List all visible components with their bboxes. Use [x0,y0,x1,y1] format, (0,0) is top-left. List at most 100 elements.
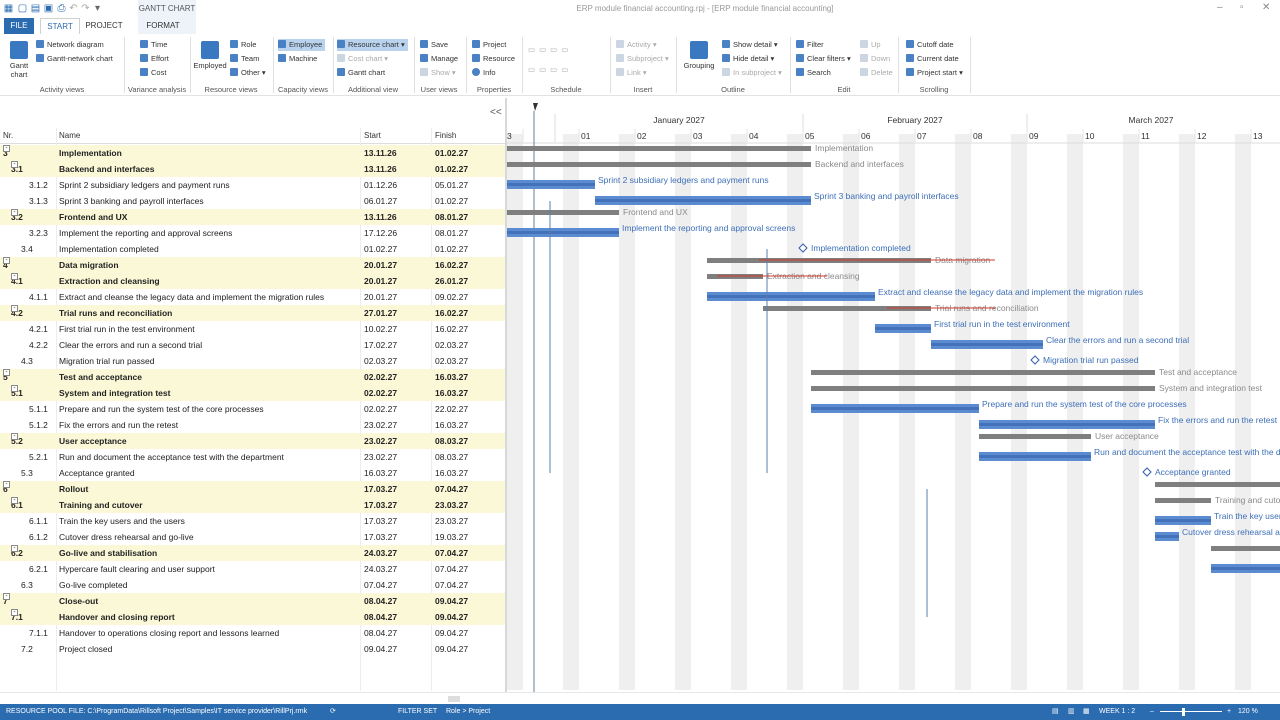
cutoff-date-button[interactable]: Cutoff date [906,39,954,51]
summary-bar[interactable] [507,146,811,151]
expand-toggle-icon[interactable]: - [11,273,18,280]
table-row[interactable]: -3 Implementation 13.11.26 01.02.27 [0,145,505,161]
filter-button[interactable]: Filter [796,39,824,51]
new-icon[interactable]: ▢ [17,3,28,14]
tab-format[interactable]: FORMAT [142,18,184,34]
milestone-diamond[interactable] [1142,467,1152,477]
zoom-out-icon[interactable]: – [1150,704,1154,720]
refresh-icon[interactable]: ⟳ [330,704,336,720]
zoom-in-icon[interactable]: + [1227,704,1231,720]
zoom-slider-thumb[interactable] [1182,708,1185,716]
grouping-button[interactable]: Grouping [680,41,718,70]
show-view-button[interactable]: Show ▾ [420,67,456,79]
print-icon[interactable]: ⎙ [56,3,67,14]
clear-filters-button[interactable]: Clear filters ▾ [796,53,851,65]
expand-toggle-icon[interactable]: - [11,161,18,168]
resource-chart-button[interactable]: Resource chart ▾ [337,39,408,51]
summary-bar[interactable] [507,210,619,215]
team-button[interactable]: Team [230,53,259,65]
table-row[interactable]: 3.1.2 Sprint 2 subsidiary ledgers and pay… [0,177,505,193]
table-row[interactable]: -6.1 Training and cutover 17.03.27 23.03.27 [0,497,505,513]
table-row[interactable]: -7 Close-out 08.04.27 09.04.27 [0,593,505,609]
table-row[interactable]: -5 Test and acceptance 02.02.27 16.03.27 [0,369,505,385]
insert-link-button[interactable]: Link ▾ [616,67,647,79]
summary-bar[interactable] [811,386,1155,391]
header-name[interactable]: Name [59,131,80,140]
expand-toggle-icon[interactable]: - [11,305,18,312]
expand-toggle-icon[interactable]: - [11,609,18,616]
table-row[interactable]: 7.1.1 Handover to operations closing repo… [0,625,505,641]
close-icon[interactable]: ✕ [1262,2,1270,13]
save-icon[interactable]: ▣ [43,3,54,14]
manage-views-button[interactable]: Manage [420,53,458,65]
undo-icon[interactable]: ↶ [68,3,79,14]
table-row[interactable]: 4.1.1 Extract and cleanse the legacy data… [0,289,505,305]
table-row[interactable]: 6.2.1 Hypercare fault clearing and user s… [0,561,505,577]
table-row[interactable]: -5.1 System and integration test 02.02.27 1… [0,385,505,401]
project-properties-button[interactable]: Project [472,39,506,51]
machine-button[interactable]: Machine [278,53,317,65]
zoom-slider-track[interactable] [1160,711,1222,712]
table-row[interactable]: -3.1 Backend and interfaces 13.11.26 01.02.… [0,161,505,177]
tab-project[interactable]: PROJECT [84,18,124,34]
expand-toggle-icon[interactable]: - [11,497,18,504]
expand-toggle-icon[interactable]: - [11,545,18,552]
employee-capacity-button[interactable]: Employee [278,39,326,51]
expand-toggle-icon[interactable]: - [3,481,10,488]
summary-bar[interactable] [1211,546,1280,551]
header-start[interactable]: Start [364,131,381,140]
view-gantt-icon[interactable]: ▥ [1068,704,1075,720]
effort-button[interactable]: Effort [140,53,169,65]
summary-bar[interactable] [507,162,811,167]
table-row[interactable]: -5.2 User acceptance 23.02.27 08.03.27 [0,433,505,449]
down-button[interactable]: Down [860,53,890,65]
insert-activity-button[interactable]: Activity ▾ [616,39,657,51]
scroll-thumb[interactable] [448,696,460,702]
tab-start[interactable]: START [40,18,80,34]
cutoff-marker-icon[interactable] [533,103,538,111]
expand-toggle-icon[interactable]: - [3,257,10,264]
role-button[interactable]: Role [230,39,256,51]
resource-properties-button[interactable]: Resource [472,53,515,65]
table-row[interactable]: 3.4 Implementation completed 01.02.27 01.02… [0,241,505,257]
up-button[interactable]: Up [860,39,881,51]
search-button[interactable]: Search [796,67,831,79]
current-date-button[interactable]: Current date [906,53,959,65]
table-row[interactable]: 5.3 Acceptance granted 16.03.27 16.03.27 [0,465,505,481]
project-start-button[interactable]: Project start ▾ [906,67,963,79]
expand-toggle-icon[interactable]: - [11,433,18,440]
in-subproject-button[interactable]: In subproject ▾ [722,67,782,79]
table-row[interactable]: 4.2.2 Clear the errors and run a second t… [0,337,505,353]
info-button[interactable]: Info [472,67,496,79]
gantt-chart-small-button[interactable]: Gantt chart [337,67,385,79]
table-row[interactable]: -7.1 Handover and closing report 08.04.27 0… [0,609,505,625]
insert-subproject-button[interactable]: Subproject ▾ [616,53,669,65]
expand-toggle-icon[interactable]: - [3,369,10,376]
expand-toggle-icon[interactable]: - [3,593,10,600]
horizontal-scrollbar[interactable] [0,692,1280,704]
table-row[interactable]: 6.1.1 Train the key users and the users 17… [0,513,505,529]
gantt-network-chart-button[interactable]: Gantt-network chart [36,53,113,65]
redo-icon[interactable]: ↷ [80,3,91,14]
summary-bar[interactable] [811,370,1155,375]
save-view-button[interactable]: Save [420,39,448,51]
cost-chart-button[interactable]: Cost chart ▾ [337,53,388,65]
table-row[interactable]: 6.1.2 Cutover dress rehearsal and go-live… [0,529,505,545]
table-row[interactable]: -6.2 Go-live and stabilisation 24.03.27 07.… [0,545,505,561]
milestone-diamond[interactable] [1030,355,1040,365]
table-row[interactable]: -4.2 Trial runs and reconciliation 27.01.2… [0,305,505,321]
summary-bar[interactable] [1155,498,1211,503]
schedule-buttons-row2[interactable]: ▭▭▭▭ [528,64,572,76]
table-row[interactable]: 4.2.1 First trial run in the test environ… [0,321,505,337]
expand-toggle-icon[interactable]: - [11,209,18,216]
time-button[interactable]: Time [140,39,167,51]
table-row[interactable]: 4.3 Migration trial run passed 02.03.27 02.… [0,353,505,369]
table-row[interactable]: 3.1.3 Sprint 3 banking and payroll interf… [0,193,505,209]
table-row[interactable]: 6.3 Go-live completed 07.04.27 07.04.27 [0,577,505,593]
table-row[interactable]: -4.1 Extraction and cleansing 20.01.27 26.0… [0,273,505,289]
summary-bar[interactable] [1155,482,1280,487]
view-split-icon[interactable]: ▦ [1083,704,1090,720]
table-row[interactable]: -3.2 Frontend and UX 13.11.26 08.01.27 [0,209,505,225]
hide-detail-button[interactable]: Hide detail ▾ [722,53,774,65]
expand-toggle-icon[interactable]: - [3,145,10,152]
